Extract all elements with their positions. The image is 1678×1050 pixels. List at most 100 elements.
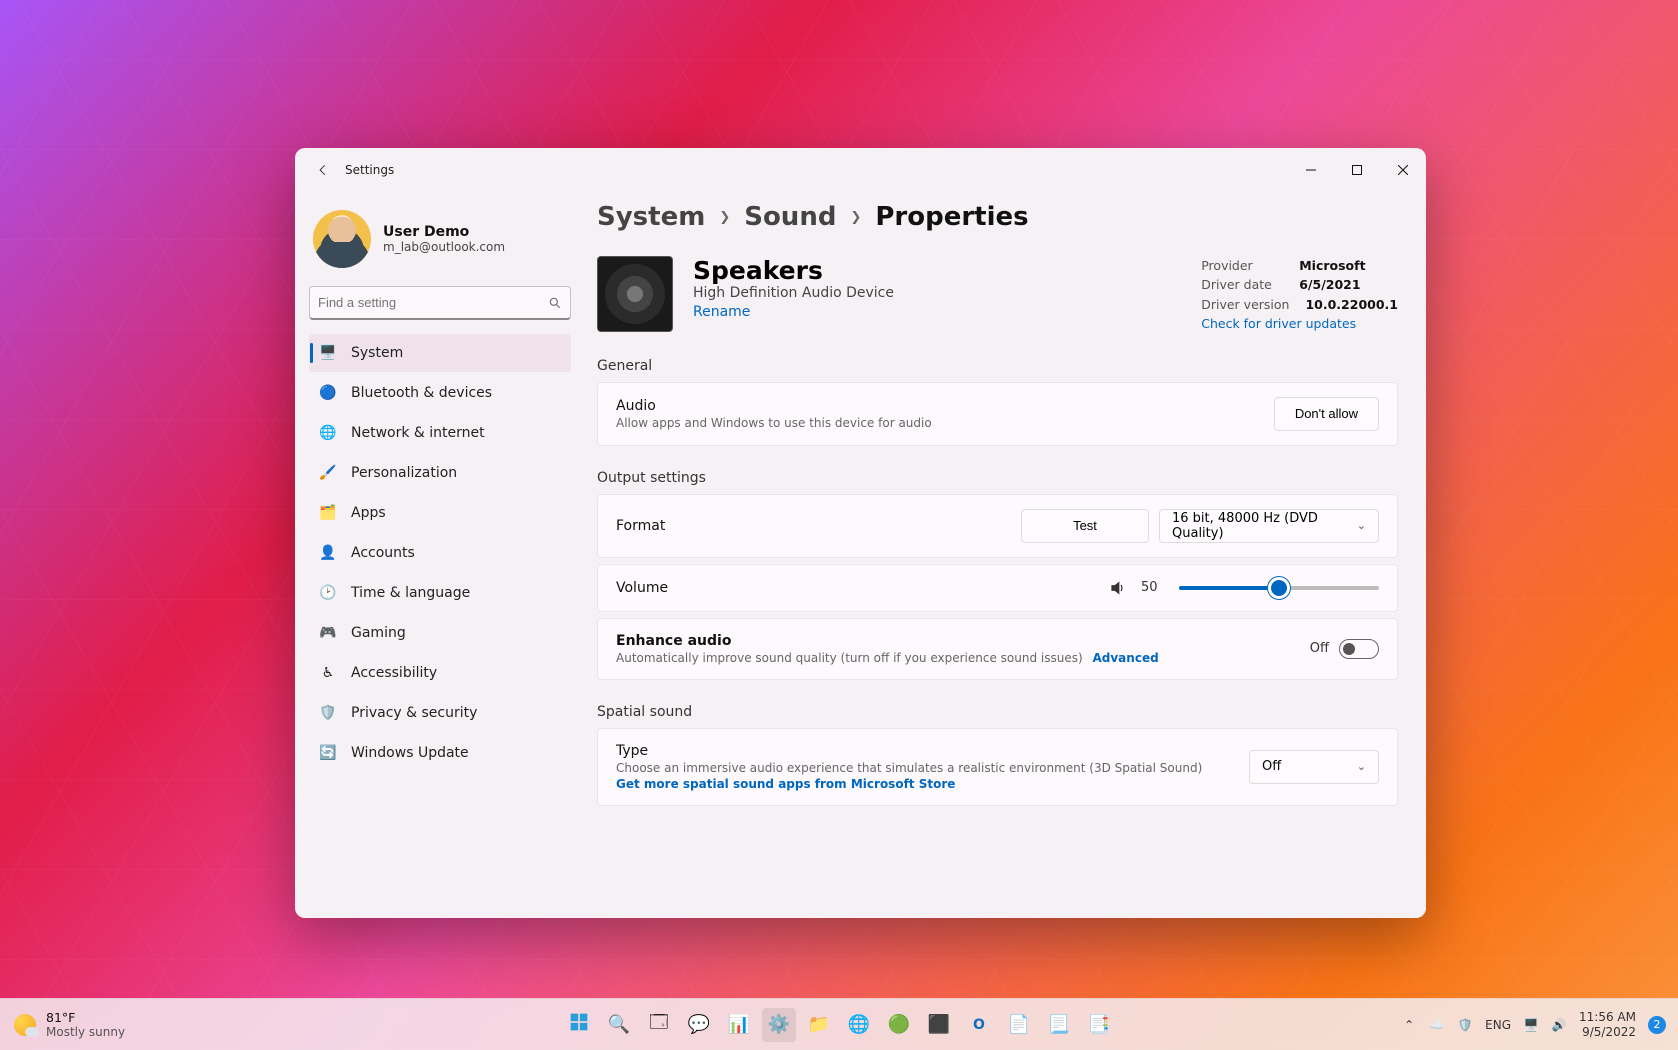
section-header-general: General — [597, 358, 1398, 374]
volume-tray-icon[interactable]: 🔊 — [1551, 1017, 1567, 1033]
breadcrumb-sound[interactable]: Sound — [744, 202, 836, 232]
user-account-button[interactable]: User Demo m_lab@outlook.com — [309, 198, 571, 286]
edge-canary-icon[interactable]: 🟢 — [882, 1008, 916, 1042]
audio-title: Audio — [616, 398, 1274, 414]
back-button[interactable] — [303, 150, 343, 190]
sidebar-item-label: Accounts — [351, 545, 415, 561]
sidebar-item-network-internet[interactable]: 🌐 Network & internet — [309, 414, 571, 452]
clock[interactable]: 11:56 AM 9/5/2022 — [1579, 1010, 1636, 1039]
chat-icon[interactable]: 💬 — [682, 1008, 716, 1042]
taskbar: 81°F Mostly sunny 🔍 🗔 💬 📊 ⚙️ 📁 🌐 🟢 ⬛ O 📄… — [0, 998, 1678, 1050]
start-button[interactable] — [562, 1008, 596, 1042]
user-email: m_lab@outlook.com — [383, 240, 505, 254]
chevron-right-icon: ❯ — [719, 210, 730, 225]
sidebar-icon: 🖥️ — [319, 344, 337, 362]
sidebar-item-time-language[interactable]: 🕑Time & language — [309, 574, 571, 612]
sidebar-icon: 🔵 — [319, 384, 337, 402]
sidebar-item-label: Gaming — [351, 625, 406, 641]
weather-widget[interactable]: 81°F Mostly sunny — [0, 1010, 125, 1039]
close-button[interactable] — [1380, 148, 1426, 192]
taskbar-center: 🔍 🗔 💬 📊 ⚙️ 📁 🌐 🟢 ⬛ O 📄 📃 📑 — [562, 1008, 1116, 1042]
breadcrumb-system[interactable]: System — [597, 202, 705, 232]
file-explorer-icon[interactable]: 📁 — [802, 1008, 836, 1042]
sidebar-item-system[interactable]: 🖥️System — [309, 334, 571, 372]
app-icon-1[interactable]: 📄 — [1002, 1008, 1036, 1042]
sidebar-item-bluetooth-devices[interactable]: 🔵 Bluetooth & devices — [309, 374, 571, 412]
sidebar-item-label: Bluetooth & devices — [351, 385, 492, 401]
store-link[interactable]: Get more spatial sound apps from Microso… — [616, 777, 955, 791]
sidebar-item-privacy-security[interactable]: 🛡️Privacy & security — [309, 694, 571, 732]
enhance-title: Enhance audio — [616, 633, 1310, 649]
section-header-spatial: Spatial sound — [597, 704, 1398, 720]
sidebar-item-gaming[interactable]: 🎮Gaming — [309, 614, 571, 652]
provider-label: Provider — [1201, 256, 1283, 275]
titlebar: Settings — [295, 148, 1426, 192]
app-title: Settings — [345, 163, 394, 177]
sidebar-icon: 🕑 — [319, 584, 337, 602]
sidebar-item-accounts[interactable]: 👤Accounts — [309, 534, 571, 572]
sidebar-item-label: Network & internet — [351, 425, 485, 441]
network-icon[interactable]: 🖥️ — [1523, 1017, 1539, 1033]
breadcrumb: System ❯ Sound ❯ Properties — [597, 202, 1398, 232]
sidebar-icon: 🌐 — [319, 424, 337, 442]
speaker-icon — [597, 256, 673, 332]
device-name: Speakers — [693, 256, 894, 285]
language-indicator[interactable]: ENG — [1485, 1018, 1511, 1032]
sidebar-item-accessibility[interactable]: ♿ Accessibility — [309, 654, 571, 692]
advanced-link[interactable]: Advanced — [1092, 651, 1158, 665]
enhance-toggle-label: Off — [1310, 641, 1329, 656]
sidebar-item-personalization[interactable]: 🖌️Personalization — [309, 454, 571, 492]
chevron-down-icon: ⌄ — [1357, 760, 1366, 773]
task-view-button[interactable]: 🗔 — [642, 1008, 676, 1042]
test-button[interactable]: Test — [1021, 509, 1149, 543]
search-button[interactable]: 🔍 — [602, 1008, 636, 1042]
search-input[interactable] — [318, 295, 548, 310]
volume-icon[interactable] — [1109, 579, 1127, 597]
card-volume: Volume 50 — [597, 564, 1398, 612]
minimize-button[interactable] — [1288, 148, 1334, 192]
search-box[interactable] — [309, 286, 571, 320]
driver-version-label: Driver version — [1201, 295, 1289, 314]
terminal-icon[interactable]: ⬛ — [922, 1008, 956, 1042]
tray-expand-icon[interactable]: ⌃ — [1401, 1017, 1417, 1033]
window-controls — [1288, 148, 1426, 192]
weather-icon — [14, 1014, 36, 1036]
format-select[interactable]: 16 bit, 48000 Hz (DVD Quality) ⌄ — [1159, 509, 1379, 543]
chevron-right-icon: ❯ — [850, 210, 861, 225]
driver-version-value: 10.0.22000.1 — [1305, 295, 1398, 314]
onedrive-icon[interactable]: ☁️ — [1429, 1017, 1445, 1033]
sidebar-item-apps[interactable]: 🗂️Apps — [309, 494, 571, 532]
spatial-type-label: Type — [616, 743, 1249, 759]
sidebar-icon: ♿ — [319, 664, 337, 682]
spatial-type-select[interactable]: Off ⌄ — [1249, 750, 1379, 784]
enhance-audio-toggle[interactable] — [1339, 639, 1379, 659]
weather-temp: 81°F — [46, 1010, 125, 1025]
rename-link[interactable]: Rename — [693, 304, 750, 320]
audio-desc: Allow apps and Windows to use this devic… — [616, 416, 1274, 430]
security-icon[interactable]: 🛡️ — [1457, 1017, 1473, 1033]
sidebar-icon: 🔄 — [319, 744, 337, 762]
notification-badge[interactable]: 2 — [1648, 1016, 1666, 1034]
sidebar-item-label: Accessibility — [351, 665, 437, 681]
volume-label: Volume — [616, 580, 1095, 596]
widgets-icon[interactable]: 📊 — [722, 1008, 756, 1042]
maximize-button[interactable] — [1334, 148, 1380, 192]
dont-allow-button[interactable]: Don't allow — [1274, 397, 1379, 431]
edge-icon[interactable]: 🌐 — [842, 1008, 876, 1042]
spatial-type-desc: Choose an immersive audio experience tha… — [616, 761, 1249, 775]
driver-metadata: ProviderMicrosoft Driver date6/5/2021 Dr… — [1201, 256, 1398, 334]
format-label: Format — [616, 518, 1021, 534]
weather-condition: Mostly sunny — [46, 1025, 125, 1039]
search-icon — [548, 296, 562, 310]
settings-window: Settings User Demo m_lab@outlook.com — [295, 148, 1426, 918]
settings-app-icon[interactable]: ⚙️ — [762, 1008, 796, 1042]
app-icon-2[interactable]: 📃 — [1042, 1008, 1076, 1042]
check-driver-updates-link[interactable]: Check for driver updates — [1201, 314, 1356, 333]
device-header: Speakers High Definition Audio Device Re… — [597, 256, 1398, 334]
spatial-type-value: Off — [1262, 759, 1281, 774]
volume-slider[interactable] — [1179, 586, 1379, 590]
sidebar-item-windows-update[interactable]: 🔄Windows Update — [309, 734, 571, 772]
outlook-icon[interactable]: O — [962, 1008, 996, 1042]
driver-date-label: Driver date — [1201, 275, 1283, 294]
app-icon-3[interactable]: 📑 — [1082, 1008, 1116, 1042]
